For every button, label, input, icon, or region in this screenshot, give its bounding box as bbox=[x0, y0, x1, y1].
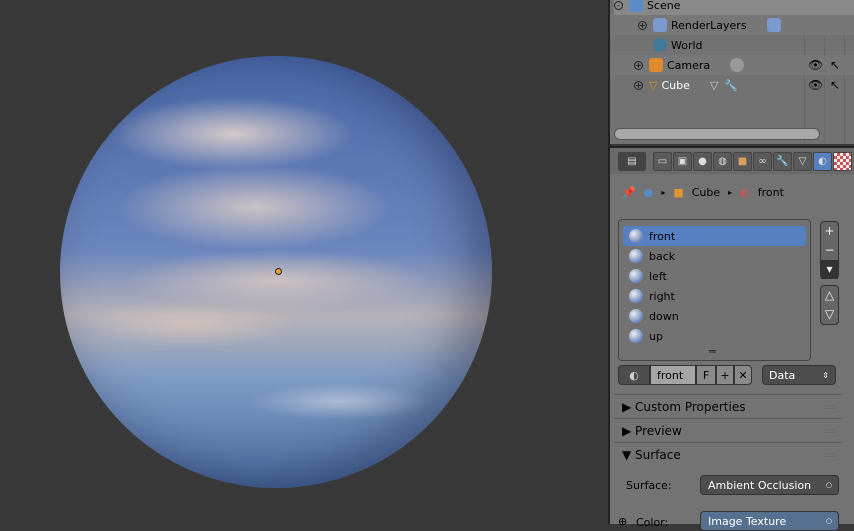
fake-user-button[interactable]: F bbox=[696, 365, 716, 385]
material-slot[interactable]: front bbox=[623, 226, 806, 246]
visibility-eye-icon[interactable]: 👁 bbox=[808, 78, 823, 92]
move-up-icon[interactable]: △ bbox=[821, 286, 838, 305]
outliner-row-renderlayers[interactable]: + RenderLayers bbox=[610, 15, 854, 35]
slot-specials-menu-icon[interactable]: ▾ bbox=[821, 260, 838, 279]
pin-icon[interactable]: 📌 bbox=[622, 186, 636, 199]
new-material-icon[interactable]: + bbox=[716, 365, 734, 385]
texture-tab-icon[interactable] bbox=[833, 151, 852, 171]
collapsed-triangle-icon: ▶ bbox=[622, 399, 636, 414]
scene-tab-icon[interactable]: ● bbox=[693, 151, 712, 171]
material-tab-icon[interactable]: ◐ bbox=[813, 151, 832, 171]
unlink-material-icon[interactable]: ✕ bbox=[734, 365, 752, 385]
link-dropdown[interactable]: Data ⇕ bbox=[762, 365, 836, 385]
material-slot[interactable]: left bbox=[623, 266, 806, 286]
world-tab-icon[interactable]: ◍ bbox=[713, 151, 732, 171]
collapsed-triangle-icon: ▶ bbox=[622, 423, 636, 438]
breadcrumb: 📌 ● ▸ ■ Cube ▸ ◐ front bbox=[622, 185, 784, 199]
expand-icon[interactable]: + bbox=[634, 80, 643, 90]
camera-icon bbox=[649, 58, 663, 72]
slot-add-remove-buttons[interactable]: + − ▾ bbox=[820, 221, 839, 279]
material-preview-icon bbox=[629, 289, 643, 303]
material-preview-icon bbox=[629, 269, 643, 283]
expand-color-icon[interactable]: ⊕ bbox=[618, 515, 627, 528]
material-slot-list[interactable]: front back left right down up ═ bbox=[618, 219, 811, 361]
properties-editor: ▤ ▭ ▣ ● ◍ ■ ∞ 🔧 ▽ ◐ 📌 ● ▸ ■ Cube ▸ ◐ fro… bbox=[610, 146, 854, 531]
3d-viewport[interactable] bbox=[0, 0, 608, 524]
add-slot-icon[interactable]: + bbox=[821, 222, 838, 241]
move-down-icon[interactable]: ▽ bbox=[821, 305, 838, 324]
expanded-triangle-icon: ▼ bbox=[622, 447, 636, 462]
material-preview-icon bbox=[629, 229, 643, 243]
select-cursor-icon[interactable]: ↖ bbox=[830, 78, 840, 92]
resize-grip-icon[interactable]: ═ bbox=[709, 345, 716, 358]
outliner-row-camera[interactable]: + Camera 👁 ↖ bbox=[610, 55, 854, 75]
browse-material-button[interactable]: ◐ bbox=[618, 365, 650, 385]
editor-type-menu[interactable]: ▤ bbox=[618, 151, 646, 171]
wrench-modifier-icon: 🔧 bbox=[724, 78, 739, 92]
constraints-tab-icon[interactable]: ∞ bbox=[753, 151, 772, 171]
visibility-eye-icon[interactable]: 👁 bbox=[808, 58, 823, 72]
breadcrumb-arrow-icon: ▸ bbox=[728, 187, 733, 197]
data-tab-icon[interactable]: ▽ bbox=[793, 151, 812, 171]
world-icon bbox=[653, 38, 667, 52]
surface-label: Surface: bbox=[626, 479, 672, 492]
node-socket-icon: ○ bbox=[825, 481, 832, 489]
material-datablock-row: ◐ front F + ✕ Data ⇕ bbox=[618, 365, 840, 387]
material-icon: ◐ bbox=[740, 185, 750, 199]
surface-shader-dropdown[interactable]: Ambient Occlusion ○ bbox=[700, 475, 839, 495]
outliner-row-world[interactable]: World bbox=[610, 35, 854, 55]
outliner: - Scene + RenderLayers World + Camera 👁 … bbox=[610, 0, 854, 144]
expand-icon[interactable]: + bbox=[638, 20, 647, 30]
panel-surface[interactable]: ▼ Surface:::: bbox=[614, 442, 842, 466]
material-slot[interactable]: right bbox=[623, 286, 806, 306]
panel-custom-properties[interactable]: ▶ Custom Properties:::: bbox=[614, 394, 842, 418]
material-preview-icon bbox=[629, 329, 643, 343]
panel-preview[interactable]: ▶ Preview:::: bbox=[614, 418, 842, 442]
render-tab-icon[interactable]: ▭ bbox=[653, 151, 672, 171]
material-name-input[interactable]: front bbox=[650, 365, 696, 385]
object-icon: ■ bbox=[673, 185, 684, 199]
material-preview-icon bbox=[629, 309, 643, 323]
select-cursor-icon[interactable]: ↖ bbox=[830, 58, 840, 72]
slot-move-buttons[interactable]: △ ▽ bbox=[820, 285, 839, 325]
color-label: Color: bbox=[636, 516, 669, 529]
material-slot[interactable]: back bbox=[623, 246, 806, 266]
modifiers-tab-icon[interactable]: 🔧 bbox=[773, 151, 792, 171]
updown-arrows-icon: ⇕ bbox=[822, 370, 829, 380]
breadcrumb-arrow-icon: ▸ bbox=[661, 187, 666, 197]
outliner-row-cube[interactable]: + ▽ Cube ▽ 🔧 👁 ↖ bbox=[610, 75, 854, 95]
material-slot[interactable]: down bbox=[623, 306, 806, 326]
collapse-icon[interactable]: - bbox=[614, 0, 623, 10]
remove-slot-icon[interactable]: − bbox=[821, 241, 838, 260]
object-origin bbox=[275, 268, 282, 275]
expand-icon[interactable]: + bbox=[634, 60, 643, 70]
mesh-data-icon: ▽ bbox=[709, 78, 719, 92]
drag-grip-icon[interactable]: :::: bbox=[825, 402, 836, 411]
scene-icon bbox=[629, 0, 643, 12]
material-slot[interactable]: up bbox=[623, 326, 806, 346]
render-layers-tab-icon[interactable]: ▣ bbox=[673, 151, 692, 171]
object-tab-icon[interactable]: ■ bbox=[733, 151, 752, 171]
material-preview-icon bbox=[629, 249, 643, 263]
render-layers-icon bbox=[766, 18, 781, 32]
drag-grip-icon[interactable]: :::: bbox=[825, 426, 836, 435]
render-layers-icon bbox=[653, 18, 667, 32]
properties-tabs: ▤ ▭ ▣ ● ◍ ■ ∞ 🔧 ▽ ◐ bbox=[610, 148, 854, 174]
drag-grip-icon[interactable]: :::: bbox=[825, 450, 836, 459]
mesh-object-icon: ▽ bbox=[649, 78, 658, 92]
outliner-row-scene[interactable]: - Scene bbox=[614, 0, 854, 15]
color-input-dropdown[interactable]: Image Texture ○ bbox=[700, 511, 839, 531]
scene-icon: ● bbox=[643, 185, 654, 199]
camera-data-icon bbox=[730, 58, 745, 72]
horizontal-scrollbar[interactable] bbox=[614, 128, 820, 140]
